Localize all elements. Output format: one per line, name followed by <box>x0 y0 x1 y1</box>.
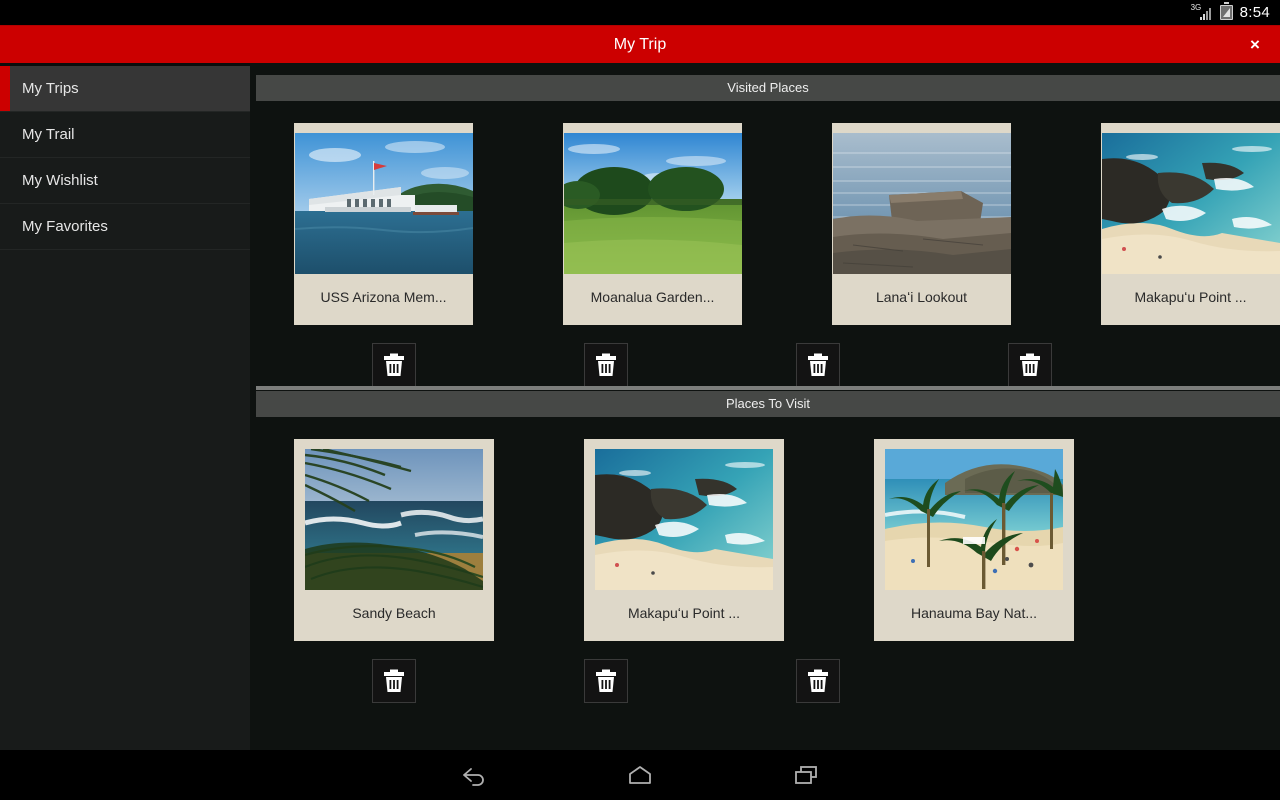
trash-icon <box>384 353 404 376</box>
sidebar-item-my-wishlist[interactable]: My Wishlist <box>0 158 250 204</box>
page-title: My Trip <box>613 36 667 53</box>
place-card[interactable]: Hanauma Bay Nat... <box>874 439 1074 641</box>
place-thumbnail-uss-arizona <box>294 133 473 274</box>
status-bar-clock: 8:54 <box>1239 4 1270 21</box>
delete-place-button[interactable] <box>584 659 628 703</box>
back-arrow-icon[interactable] <box>447 755 499 795</box>
battery-icon <box>1219 2 1233 20</box>
place-thumbnail-lanai-lookout <box>832 133 1011 274</box>
status-bar: 3G 8:54 <box>0 0 1280 25</box>
place-card[interactable]: Makapuʻu Point ... <box>584 439 784 641</box>
section-header-label: Places To Visit <box>725 396 811 411</box>
trash-icon <box>596 353 616 376</box>
section-header-label: Visited Places <box>727 80 809 95</box>
signal-bars-icon: 3G <box>1191 3 1213 21</box>
visited-places-card-row: USS Arizona Mem... Moanalua Garden... La… <box>250 123 1280 325</box>
home-icon[interactable] <box>614 755 666 795</box>
place-thumbnail-makapuu-point <box>1101 133 1280 274</box>
place-card[interactable]: USS Arizona Mem... <box>294 123 473 325</box>
sidebar-nav: My Trips My Trail My Wishlist My Favorit… <box>0 63 250 750</box>
app-window: 3G 8:54 My Trip × My Trips My Trail My W… <box>0 0 1280 800</box>
delete-place-button[interactable] <box>372 343 416 387</box>
recent-apps-icon[interactable] <box>781 755 833 795</box>
place-card-label: Makapuʻu Point ... <box>627 605 741 621</box>
visited-places-action-row <box>250 343 1280 387</box>
trash-icon <box>596 669 616 692</box>
sidebar-item-label: My Trips <box>22 80 79 97</box>
place-card-label: Hanauma Bay Nat... <box>910 605 1038 621</box>
trash-icon <box>1020 353 1040 376</box>
sidebar-item-my-favorites[interactable]: My Favorites <box>0 204 250 250</box>
delete-place-button[interactable] <box>584 343 628 387</box>
place-card-label: Makapuʻu Point ... <box>1134 289 1247 305</box>
android-navigation-bar <box>0 750 1280 800</box>
trash-icon <box>808 669 828 692</box>
places-to-visit-card-row: Sandy Beach Makapuʻu Point ... Hanauma B… <box>250 439 1280 641</box>
place-thumbnail-makapuu-point <box>595 449 773 590</box>
trash-icon <box>808 353 828 376</box>
delete-place-button[interactable] <box>1008 343 1052 387</box>
section-header-visited-places: Visited Places <box>256 75 1280 101</box>
sidebar-item-my-trips[interactable]: My Trips <box>0 66 250 112</box>
place-thumbnail-sandy-beach <box>305 449 483 590</box>
delete-place-button[interactable] <box>796 659 840 703</box>
place-card-label: Sandy Beach <box>352 605 436 621</box>
place-card-label: Moanalua Garden... <box>590 289 715 305</box>
place-card[interactable]: Lanaʻi Lookout <box>832 123 1011 325</box>
sidebar-item-label: My Wishlist <box>22 172 98 189</box>
sidebar-item-label: My Trail <box>22 126 75 143</box>
place-thumbnail-moanalua-garden <box>563 133 742 274</box>
place-card[interactable]: Moanalua Garden... <box>563 123 742 325</box>
places-to-visit-action-row <box>250 659 1280 703</box>
delete-place-button[interactable] <box>796 343 840 387</box>
place-card-label: Lanaʻi Lookout <box>875 289 968 305</box>
place-card-label: USS Arizona Mem... <box>320 289 447 305</box>
sidebar-item-label: My Favorites <box>22 218 108 235</box>
section-header-places-to-visit: Places To Visit <box>256 386 1280 417</box>
delete-place-button[interactable] <box>372 659 416 703</box>
place-thumbnail-hanauma-bay <box>885 449 1063 590</box>
place-card[interactable]: Sandy Beach <box>294 439 494 641</box>
app-title-bar: My Trip × <box>0 25 1280 63</box>
close-icon[interactable]: × <box>1240 26 1270 64</box>
main-content: Visited Places USS Arizona Mem... Moanal… <box>250 63 1280 750</box>
trash-icon <box>384 669 404 692</box>
sidebar-item-my-trail[interactable]: My Trail <box>0 112 250 158</box>
place-card[interactable]: Makapuʻu Point ... <box>1101 123 1280 325</box>
